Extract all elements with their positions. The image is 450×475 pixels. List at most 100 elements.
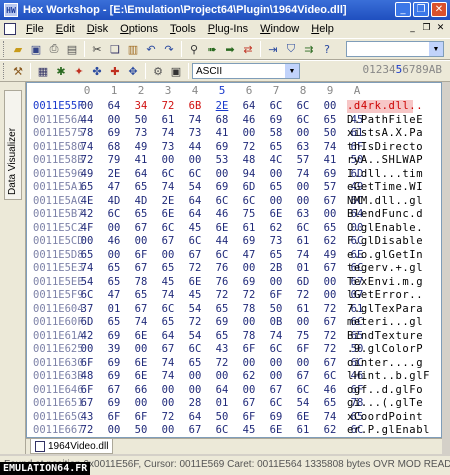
- struct-viewer-icon[interactable]: ✤: [89, 63, 105, 79]
- hex-byte[interactable]: 00: [187, 384, 203, 396]
- ascii-text[interactable]: BindTexture: [347, 330, 423, 342]
- hex-byte[interactable]: 62: [268, 222, 284, 234]
- ascii-text[interactable]: TexEnvi.m.g: [347, 276, 423, 288]
- hex-byte[interactable]: 61: [295, 424, 311, 436]
- hex-row[interactable]: 0011E604 37 01 67 6C 54 65 78 50 61 72 61 7.glTexPar…: [27, 303, 441, 317]
- hex-byte[interactable]: 00: [268, 370, 284, 382]
- ascii-text[interactable]: er.P.glEnabl: [347, 424, 430, 436]
- hex-byte[interactable]: 01: [106, 303, 122, 315]
- hex-byte[interactable]: 72: [322, 330, 338, 342]
- encoding-select[interactable]: ASCII ▼: [192, 63, 300, 79]
- hex-row[interactable]: 0011E5AC 4E 4D 4D 2E 64 6C 6C 00 00 67 6C NMM.dll..g…: [27, 195, 441, 209]
- save-icon[interactable]: ▣: [28, 41, 44, 57]
- hex-byte[interactable]: 67: [322, 357, 338, 369]
- hex-byte[interactable]: 65: [160, 316, 176, 328]
- ascii-text[interactable]: ogf..d.glFo: [347, 384, 423, 396]
- hex-byte[interactable]: 67: [322, 262, 338, 274]
- hex-byte[interactable]: 44: [79, 114, 95, 126]
- mdi-minimize-button[interactable]: _: [407, 22, 418, 33]
- hex-row[interactable]: 0011E5F9 6C 47 65 74 45 72 72 6F 72 00 07 lGetError.…: [27, 289, 441, 303]
- help-icon[interactable]: ?: [319, 41, 335, 57]
- hex-byte[interactable]: 67: [268, 384, 284, 396]
- hex-byte[interactable]: 72: [214, 289, 230, 301]
- hex-byte[interactable]: 50: [133, 114, 149, 126]
- hex-byte[interactable]: 65: [133, 208, 149, 220]
- hex-byte[interactable]: 00: [214, 370, 230, 382]
- hex-row[interactable]: 0011E580 74 68 49 73 44 69 72 65 63 74 6F thIsDirect…: [27, 141, 441, 155]
- hex-byte[interactable]: 78: [241, 330, 257, 342]
- redo-icon[interactable]: ↷: [161, 41, 177, 57]
- hex-byte[interactable]: 2B: [268, 262, 284, 274]
- hex-byte[interactable]: 6E: [295, 411, 311, 423]
- close-button[interactable]: ✕: [431, 2, 447, 17]
- copy-icon[interactable]: ❏: [107, 41, 123, 57]
- hex-byte[interactable]: 42: [79, 330, 95, 342]
- hex-byte[interactable]: 69: [322, 168, 338, 180]
- hex-byte[interactable]: 00: [133, 397, 149, 409]
- hex-byte[interactable]: 78: [133, 276, 149, 288]
- hex-byte[interactable]: 67: [187, 249, 203, 261]
- hex-byte[interactable]: 69: [268, 411, 284, 423]
- hex-byte[interactable]: 6E: [268, 424, 284, 436]
- hex-byte[interactable]: 00: [79, 343, 95, 355]
- hex-byte[interactable]: 00: [160, 154, 176, 166]
- hex-byte[interactable]: 6C: [295, 100, 311, 112]
- menu-window[interactable]: Window: [254, 23, 305, 35]
- hex-byte[interactable]: 69: [106, 330, 122, 342]
- hex-row[interactable]: 0011E55F006434726B2E646C6C0000.d4rk.dll.…: [27, 100, 441, 114]
- hex-byte[interactable]: 00: [160, 249, 176, 261]
- hex-byte[interactable]: 6E: [187, 276, 203, 288]
- ascii-text[interactable]: 7.glTexPara: [347, 303, 423, 315]
- hex-byte[interactable]: 61: [241, 222, 257, 234]
- hex-byte[interactable]: 6C: [214, 195, 230, 207]
- hex-row[interactable]: 0011E5D8 65 00 6F 00 67 6C 47 65 74 49 6E e.o.glGetI…: [27, 249, 441, 263]
- hex-byte[interactable]: 6C: [322, 370, 338, 382]
- hex-row[interactable]: 0011E630 6F 69 6E 74 65 72 00 00 00 67 6C ointer....…: [27, 357, 441, 371]
- hex-byte[interactable]: 6C: [268, 343, 284, 355]
- hex-byte[interactable]: 49: [79, 168, 95, 180]
- hex-byte[interactable]: 6C: [214, 424, 230, 436]
- hex-byte[interactable]: 6C: [160, 168, 176, 180]
- ascii-text[interactable]: ointer....g: [347, 357, 423, 369]
- hex-byte[interactable]: 00: [268, 357, 284, 369]
- hex-byte[interactable]: 65: [322, 222, 338, 234]
- bookmark-icon[interactable]: ⛉: [283, 41, 299, 57]
- settings-icon[interactable]: ⚙: [150, 63, 166, 79]
- hex-byte[interactable]: 00: [322, 208, 338, 220]
- hex-byte[interactable]: 00: [160, 384, 176, 396]
- hex-byte[interactable]: 76: [214, 276, 230, 288]
- hex-byte[interactable]: 72: [322, 303, 338, 315]
- ascii-text[interactable]: NMM.dll..gl: [347, 195, 423, 207]
- open-folder-icon[interactable]: ▰: [10, 41, 26, 57]
- hex-byte[interactable]: 50: [214, 411, 230, 423]
- hex-byte[interactable]: 65: [106, 262, 122, 274]
- hex-byte[interactable]: 53: [214, 154, 230, 166]
- calc-icon[interactable]: ▦: [35, 63, 51, 79]
- hex-byte[interactable]: 67: [322, 195, 338, 207]
- menu-edit[interactable]: Edit: [50, 23, 81, 35]
- hex-byte[interactable]: 50: [133, 424, 149, 436]
- ascii-text[interactable]: O.glEnable.: [347, 222, 423, 234]
- hex-byte[interactable]: 4E: [79, 195, 95, 207]
- hex-byte[interactable]: 64: [133, 168, 149, 180]
- hex-byte[interactable]: 69: [214, 181, 230, 193]
- hex-byte[interactable]: 6C: [241, 195, 257, 207]
- ascii-text[interactable]: xistsA.X.Pa: [347, 127, 423, 139]
- disk-icon[interactable]: ▣: [168, 63, 184, 79]
- data-visualizer-tab[interactable]: Data Visualizer: [4, 90, 22, 200]
- hex-byte[interactable]: 67: [160, 235, 176, 247]
- hex-byte[interactable]: 65: [268, 141, 284, 153]
- hex-byte[interactable]: 65: [214, 330, 230, 342]
- hex-byte[interactable]: 78: [241, 303, 257, 315]
- hex-byte[interactable]: 01: [214, 397, 230, 409]
- hex-byte[interactable]: 65: [160, 262, 176, 274]
- hex-byte[interactable]: 41: [322, 154, 338, 166]
- hex-byte[interactable]: 6C: [214, 249, 230, 261]
- hex-byte[interactable]: 72: [187, 316, 203, 328]
- hex-byte[interactable]: 67: [133, 222, 149, 234]
- hex-byte[interactable]: 74: [79, 141, 95, 153]
- hex-row[interactable]: 0011E646 6F 67 66 00 00 64 00 67 6C 46 6F ogf..d.glF…: [27, 384, 441, 398]
- hex-byte[interactable]: 75: [241, 208, 257, 220]
- hex-byte[interactable]: 72: [295, 289, 311, 301]
- hex-byte[interactable]: 6F: [295, 343, 311, 355]
